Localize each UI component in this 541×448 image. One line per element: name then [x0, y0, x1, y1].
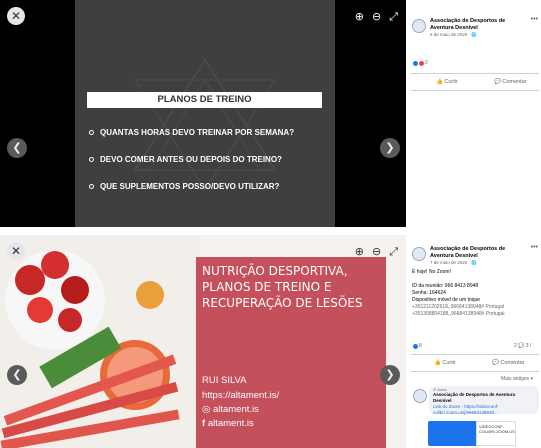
comment-button[interactable]: 💬 Comentar [494, 79, 527, 85]
post-text-line: ID da reunião: 966 8413 8948 [412, 283, 479, 289]
fullscreen-icon[interactable]: ⤢ [389, 245, 398, 259]
reaction-summary[interactable]: 8 [413, 343, 422, 349]
divider [411, 354, 539, 355]
slide-bullet: QUANTAS HORAS DEVO TREINAR POR SEMANA? [89, 128, 294, 137]
link-preview-title[interactable]: VIDEOCONF-COLIBRI.ZOOM.US [476, 421, 516, 446]
next-photo-button[interactable]: ❯ [380, 138, 400, 158]
fruit-photo [0, 235, 200, 448]
comment-share-count[interactable]: 2 💬 3 / [514, 343, 531, 350]
slide-image: PLANOS DE TREINO QUANTAS HORAS DEVO TREI… [75, 0, 335, 227]
page-name[interactable]: Associação de Desportos de Aventura Desn… [430, 18, 510, 31]
zoom-out-icon[interactable]: ⊖ [372, 245, 381, 259]
post-text-line[interactable]: +351308804188,,96684138948# Portugal [412, 311, 504, 318]
page-avatar[interactable] [412, 247, 426, 261]
comment-button[interactable]: 💬 Comentar [492, 360, 525, 366]
slide-facebook: f altament.is [202, 418, 254, 429]
post-text-line: É hoje! No Zoom! [412, 269, 451, 275]
post-date[interactable]: 5 de maio de 2020 · 🌐 [430, 32, 477, 38]
photo-stage: PLANOS DE TREINO QUANTAS HORAS DEVO TREI… [0, 0, 406, 227]
viewer-toolbar: ⊕ ⊖ ⤢ [355, 10, 398, 24]
more-options-icon[interactable]: ••• [531, 244, 538, 251]
slide-text-box: NUTRIÇÃO DESPORTIVA, PLANOS DE TREINO E … [196, 257, 386, 448]
post-text-line: Dispositivo móvel de um toque [412, 297, 481, 303]
next-photo-button[interactable]: ❯ [380, 365, 400, 385]
like-reaction-icon [413, 343, 418, 349]
post-sidebar: Associação de Desportos de Aventura Desn… [406, 0, 541, 227]
instagram-icon: ◎ [202, 404, 211, 415]
post-sidebar: Associação de Desportos de Aventura Desn… [406, 235, 541, 448]
like-button[interactable]: 👍 Curtir [434, 360, 456, 366]
divider [411, 371, 539, 372]
reaction-count: 2 [425, 60, 428, 66]
page-avatar[interactable] [412, 19, 426, 33]
commenter-avatar[interactable] [413, 389, 427, 403]
slide-author: RUI SILVA [202, 375, 247, 386]
comment-text[interactable]: Link do Zoom - https://videoconf-colibri… [433, 404, 537, 415]
page-name[interactable]: Associação de Desportos de Aventura Desn… [430, 246, 510, 259]
photo-stage: NUTRIÇÃO DESPORTIVA, PLANOS DE TREINO E … [0, 235, 406, 448]
zoom-in-icon[interactable]: ⊕ [355, 245, 364, 259]
facebook-icon: f [202, 418, 206, 429]
comment-author[interactable]: Associação de Desportos de Aventura Desn… [433, 392, 533, 403]
zoom-out-icon[interactable]: ⊖ [372, 10, 381, 24]
divider [411, 73, 539, 74]
previous-photo-button[interactable]: ❮ [7, 138, 27, 158]
reaction-summary[interactable]: 2 [413, 60, 428, 66]
reaction-count: 8 [419, 343, 422, 349]
like-button[interactable]: 👍 Curtir [436, 79, 458, 85]
slide-bullet: QUE SUPLEMENTOS POSSO/DEVO UTILIZAR? [89, 182, 279, 191]
photo-viewer-1: PLANOS DE TREINO QUANTAS HORAS DEVO TREI… [0, 0, 541, 227]
sort-comments-dropdown[interactable]: Mais antigos ▾ [501, 376, 533, 383]
photo-viewer-2: NUTRIÇÃO DESPORTIVA, PLANOS DE TREINO E … [0, 235, 541, 448]
zoom-in-icon[interactable]: ⊕ [355, 10, 364, 24]
slide-instagram: ◎ altament.is [202, 404, 259, 415]
slide-bullet: DEVO COMER ANTES OU DEPOIS DO TREINO? [89, 155, 282, 164]
close-icon[interactable]: ✕ [7, 242, 25, 260]
fullscreen-icon[interactable]: ⤢ [389, 10, 398, 24]
slide-url: https://altament.is/ [202, 390, 280, 401]
slide-title: PLANOS DE TREINO [87, 92, 322, 108]
viewer-toolbar: ⊕ ⊖ ⤢ [355, 245, 398, 259]
close-icon[interactable]: ✕ [7, 7, 25, 25]
slide-image: NUTRIÇÃO DESPORTIVA, PLANOS DE TREINO E … [0, 235, 406, 448]
more-options-icon[interactable]: ••• [531, 16, 538, 23]
post-text-line: Senha: 164624 [412, 290, 446, 296]
post-text-line[interactable]: +351211202618,,96684138948# Portugal [412, 304, 504, 311]
post-date[interactable]: 7 de maio de 2020 · 🌐 [430, 260, 477, 266]
divider [411, 90, 539, 91]
slide-title: NUTRIÇÃO DESPORTIVA, PLANOS DE TREINO E … [202, 264, 363, 310]
triangle-watermark [133, 58, 277, 192]
love-reaction-icon [419, 60, 424, 66]
previous-photo-button[interactable]: ❮ [7, 365, 27, 385]
like-reaction-icon [413, 60, 418, 66]
